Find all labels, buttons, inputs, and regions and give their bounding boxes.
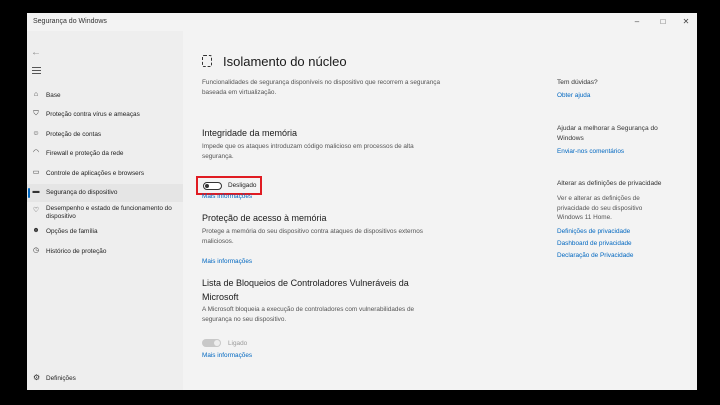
improve-heading: Ajudar a melhorar a Segurança do Windows xyxy=(557,125,658,142)
driver-blocklist-description: A Microsoft bloqueia a execução de contr… xyxy=(202,306,415,323)
driver-blocklist-toggle[interactable] xyxy=(202,339,221,347)
privacy-settings-link[interactable]: Definições de privacidade xyxy=(557,228,630,235)
heart-icon: ♡ xyxy=(32,207,40,214)
sidebar-item-protection-history[interactable]: ◷ Histórico de proteção xyxy=(27,243,183,261)
sidebar-item-label: Controle de aplicações e browsers xyxy=(46,170,145,177)
sidebar-item-virus-protection[interactable]: ⛉ Proteção contra vírus e ameaças xyxy=(27,106,183,124)
window-title: Segurança do Windows xyxy=(33,18,107,25)
history-icon: ◷ xyxy=(32,247,40,254)
sidebar-item-label: Desempenho e estado de funcionamento do … xyxy=(46,205,172,220)
sidebar: ← ⌂ Base ⛉ Proteção contra vírus e ameaç… xyxy=(27,31,183,390)
maximize-button[interactable]: □ xyxy=(656,16,670,28)
person-icon: ☺ xyxy=(32,130,40,137)
settings-label: Definições xyxy=(46,375,76,382)
sidebar-item-label: Base xyxy=(46,92,61,99)
app-window: Segurança do Windows – □ ✕ ← ⌂ Base ⛉ Pr… xyxy=(27,13,697,390)
back-arrow-icon[interactable]: ← xyxy=(31,47,41,58)
privacy-heading: Alterar as definições de privacidade xyxy=(557,180,662,187)
memory-integrity-heading: Integridade da memória xyxy=(202,128,298,138)
driver-blocklist-heading: Lista de Bloqueios de Controladores Vuln… xyxy=(202,278,409,302)
minimize-button[interactable]: – xyxy=(630,16,644,28)
privacy-description: Ver e alterar as definições de privacida… xyxy=(557,195,643,221)
memory-access-description: Protege a memória do seu dispositivo con… xyxy=(202,228,423,245)
driver-blocklist-toggle-label: Ligado xyxy=(228,340,248,347)
driver-blocklist-more-info-link[interactable]: Mais informações xyxy=(202,352,252,359)
memory-integrity-description: Impede que os ataques introduzam código … xyxy=(202,143,414,160)
title-bar: Segurança do Windows – □ ✕ xyxy=(27,13,697,31)
core-isolation-chip-icon xyxy=(202,55,212,67)
memory-integrity-toggle[interactable] xyxy=(203,182,222,190)
page-title: Isolamento do núcleo xyxy=(223,54,347,69)
page-description: Funcionalidades de segurança disponíveis… xyxy=(202,79,441,96)
sidebar-item-device-security[interactable]: ▬ Segurança do dispositivo xyxy=(27,184,183,202)
home-icon: ⌂ xyxy=(33,91,39,98)
memory-access-more-info-link[interactable]: Mais informações xyxy=(202,258,252,265)
sidebar-item-account-protection[interactable]: ☺ Proteção de contas xyxy=(27,126,183,144)
laptop-icon: ▬ xyxy=(32,188,40,195)
memory-access-heading: Proteção de acesso à memória xyxy=(202,213,327,223)
sidebar-item-label: Proteção contra vírus e ameaças xyxy=(46,111,140,118)
sidebar-item-label: Histórico de proteção xyxy=(46,248,107,255)
wifi-icon: ◠ xyxy=(32,149,40,156)
sidebar-item-label: Proteção de contas xyxy=(46,131,102,138)
sidebar-item-device-performance[interactable]: ♡ Desempenho e estado de funcionamento d… xyxy=(27,203,183,223)
privacy-dashboard-link[interactable]: Dashboard de privacidade xyxy=(557,240,632,247)
app-browser-icon: ▭ xyxy=(32,169,40,176)
privacy-statement-link[interactable]: Declaração de Privacidade xyxy=(557,252,633,259)
get-help-link[interactable]: Obter ajuda xyxy=(557,92,590,99)
sidebar-item-base[interactable]: ⌂ Base xyxy=(27,87,183,105)
memory-integrity-toggle-label: Desligado xyxy=(228,182,257,189)
send-feedback-link[interactable]: Enviar-nos comentários xyxy=(557,148,624,155)
family-icon: ☻ xyxy=(32,227,40,234)
sidebar-item-firewall[interactable]: ◠ Firewall e proteção da rede xyxy=(27,145,183,163)
gear-icon: ⚙ xyxy=(33,373,41,382)
shield-icon: ⛉ xyxy=(33,110,39,117)
close-button[interactable]: ✕ xyxy=(679,16,693,28)
questions-heading: Tem dúvidas? xyxy=(557,79,598,86)
sidebar-item-label: Firewall e proteção da rede xyxy=(46,150,124,157)
sidebar-item-label: Opções de família xyxy=(46,228,98,235)
hamburger-menu-icon[interactable] xyxy=(32,67,41,76)
memory-integrity-more-info-link[interactable]: Mais informações xyxy=(202,193,252,200)
sidebar-item-app-browser-control[interactable]: ▭ Controle de aplicações e browsers xyxy=(27,165,183,183)
sidebar-item-settings[interactable]: ⚙ Definições xyxy=(27,366,183,390)
sidebar-item-label: Segurança do dispositivo xyxy=(46,189,118,196)
main-content: Isolamento do núcleo Funcionalidades de … xyxy=(183,31,697,390)
sidebar-item-family-options[interactable]: ☻ Opções de família xyxy=(27,223,183,241)
